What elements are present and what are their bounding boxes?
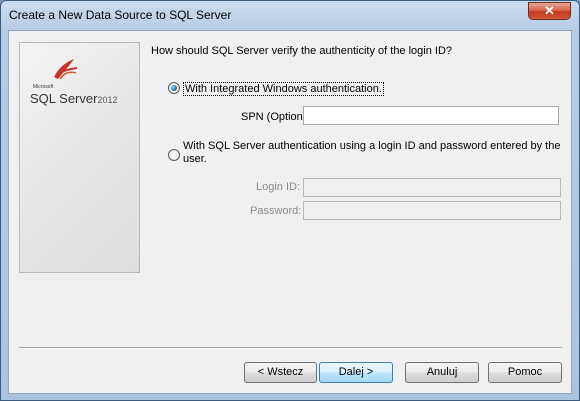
integrated-auth-radio[interactable] [168,82,180,94]
sql-server-logo-panel: Microsoft SQL Server2012 [19,42,140,273]
close-icon: ✕ [544,3,555,18]
cancel-button[interactable]: Anuluj [405,362,479,383]
dialog-client-area: Microsoft SQL Server2012 How should SQL … [8,30,572,394]
back-button[interactable]: < Wstecz [244,362,317,383]
close-button[interactable]: ✕ [528,2,571,20]
help-button[interactable]: Pomoc [488,362,562,383]
logo-microsoft-text: Microsoft [33,84,54,90]
integrated-auth-label[interactable]: With Integrated Windows authentication. [183,82,384,96]
sql-auth-radio[interactable] [168,149,180,161]
auth-question: How should SQL Server verify the authent… [151,45,453,57]
radio-selected-dot [171,85,177,91]
password-input [303,201,561,220]
title-bar[interactable]: Create a New Data Source to SQL Server ✕ [1,1,579,29]
dialog-window: Create a New Data Source to SQL Server ✕… [0,0,580,401]
logo-version: 2012 [97,95,118,105]
window-title: Create a New Data Source to SQL Server [9,8,232,22]
button-separator [19,347,562,349]
spn-input[interactable] [303,106,559,125]
login-id-label: Login ID: [256,181,301,193]
sql-server-logo-icon [54,59,78,80]
logo-product: SQL Server [30,91,98,106]
sql-auth-label[interactable]: With SQL Server authentication using a l… [183,140,563,166]
next-button[interactable]: Dalej > [319,362,393,383]
logo-product-text: SQL Server2012 [30,91,117,106]
password-label: Password: [250,205,302,217]
login-id-input [303,178,561,197]
